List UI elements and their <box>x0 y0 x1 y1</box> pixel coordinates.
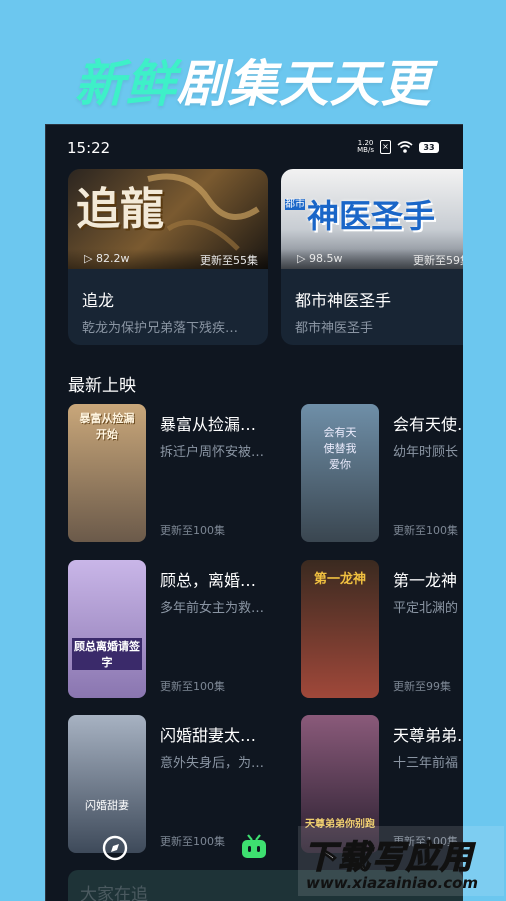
drama-poster-title: 闪婚甜妻 <box>85 799 129 812</box>
tv-icon <box>242 834 266 858</box>
drama-poster-title: 顾总离婚请签字 <box>72 638 142 670</box>
play-count: 82.2w <box>95 252 130 265</box>
drama-desc: 多年前女主为救… <box>160 601 265 616</box>
drama-poster: 第一龙神 <box>301 560 379 698</box>
drama-poster: 会有天使替我爱你 <box>301 404 379 542</box>
drama-name: 顾总，离婚… <box>160 571 257 590</box>
episode-update: 更新至55集 <box>200 254 258 267</box>
drama-poster-title: 暴富从捡漏开始 <box>79 412 135 441</box>
watermark-logo: 下载写应用 <box>303 837 475 877</box>
site-watermark: 下载写应用 www.xiazainiao.com <box>298 826 504 896</box>
drama-poster: 暴富从捡漏开始 <box>68 404 146 542</box>
no-sim-icon: × <box>380 140 391 154</box>
drama-item-4[interactable]: 第一龙神 第一龙神 平定北渊的 更新至99集 <box>301 560 463 700</box>
promo-headline: 新鲜剧集天天更 <box>0 44 506 116</box>
drama-item-1[interactable]: 暴富从捡漏开始 暴富从捡漏… 拆迁户周怀安被… 更新至100集 <box>68 404 293 544</box>
drama-name: 天尊弟弟… <box>393 726 463 745</box>
drama-update: 更新至100集 <box>160 680 225 693</box>
featured-card-1[interactable]: 追龍 ▷ 82.2w 更新至55集 追龙 乾龙为保护兄弟落下残疾… <box>68 169 268 345</box>
featured-title: 都市神医圣手 <box>295 291 392 310</box>
drama-desc: 拆迁户周怀安被… <box>160 445 265 460</box>
battery-icon: 33 <box>419 141 439 153</box>
drama-desc: 十三年前福 <box>393 756 459 771</box>
drama-name: 闪婚甜妻太… <box>160 726 257 745</box>
drama-name: 第一龙神 <box>393 571 458 590</box>
drama-item-3[interactable]: 顾总离婚请签字 顾总，离婚… 多年前女主为救… 更新至100集 <box>68 560 293 700</box>
section-title-latest: 最新上映 <box>68 376 136 396</box>
drama-update: 更新至100集 <box>160 524 225 537</box>
drama-name: 暴富从捡漏… <box>160 415 257 434</box>
play-icon: ▷ <box>297 252 309 265</box>
drama-name: 会有天使… <box>393 415 463 434</box>
drama-poster-title: 会有天使替我爱你 <box>323 426 357 471</box>
featured-card-2[interactable]: 都市 神医圣手 ▷ 98.5w 更新至59集 都市神医圣手 都市神医圣手 <box>281 169 463 345</box>
episode-update: 更新至59集 <box>413 254 463 267</box>
drama-desc: 平定北渊的 <box>393 601 459 616</box>
play-count: 98.5w <box>308 252 343 265</box>
headline-accent: 新鲜 <box>74 55 177 113</box>
featured-title: 追龙 <box>82 291 115 310</box>
featured-desc: 乾龙为保护兄弟落下残疾… <box>82 321 239 336</box>
drama-poster: 顾总离婚请签字 <box>68 560 146 698</box>
poster-sub-label: 都市 <box>285 199 305 210</box>
play-icon: ▷ <box>84 252 96 265</box>
status-bar: 15:22 1.20 MB/s × 33 <box>46 125 463 171</box>
drama-poster-title: 第一龙神 <box>313 572 366 587</box>
trending-title: 大家在追 <box>80 885 148 901</box>
drama-desc: 意外失身后，为… <box>160 756 265 771</box>
status-time: 15:22 <box>67 139 111 157</box>
drama-item-2[interactable]: 会有天使替我爱你 会有天使… 幼年时顾长 更新至100集 <box>301 404 463 544</box>
network-speed: 1.20 MB/s <box>357 140 374 154</box>
drama-update: 更新至99集 <box>393 680 451 693</box>
featured-poster-title-2: 神医圣手 <box>307 197 436 235</box>
drama-update: 更新至100集 <box>393 524 458 537</box>
compass-icon <box>102 835 128 861</box>
featured-desc: 都市神医圣手 <box>295 321 374 336</box>
wifi-icon <box>397 141 413 153</box>
drama-desc: 幼年时顾长 <box>393 445 459 460</box>
headline-rest: 剧集天天更 <box>176 55 432 113</box>
featured-poster-title-1: 追龍 <box>76 184 164 235</box>
phone-screen: 15:22 1.20 MB/s × 33 追龍 ▷ 82.2w 更新至55集 追龙… <box>45 124 463 901</box>
watermark-url: www.xiazainiao.com <box>306 874 479 892</box>
netspeed-unit: MB/s <box>357 146 374 154</box>
